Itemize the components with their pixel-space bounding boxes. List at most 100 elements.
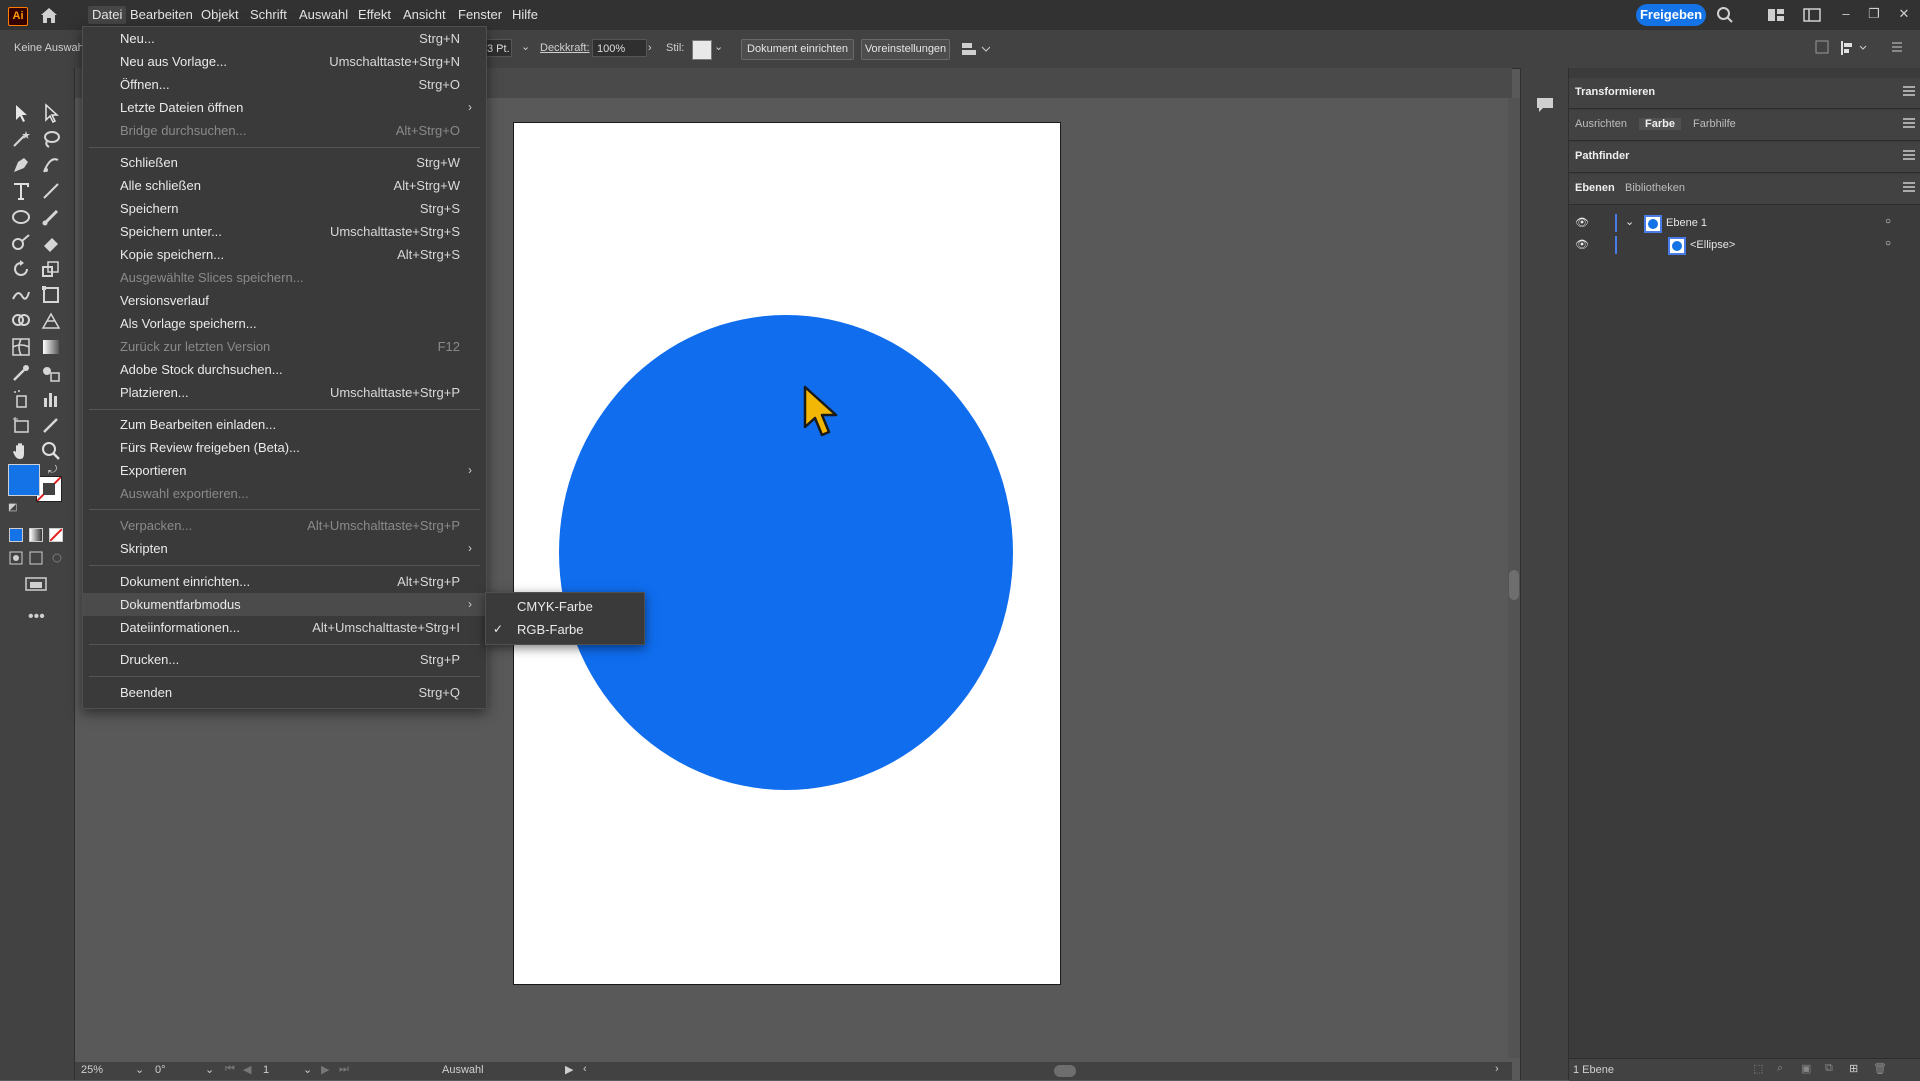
menu-item-dateiinformationen[interactable]: Dateiinformationen... Alt+Umschalttaste+S… (83, 616, 486, 639)
menu-item-review-freigeben[interactable]: Fürs Review freigeben (Beta)... (83, 436, 486, 459)
free-transform-tool-icon[interactable] (40, 284, 62, 306)
tab-bibliotheken[interactable]: Bibliotheken (1625, 182, 1685, 194)
previous-artboard-icon[interactable]: ◀ (243, 1063, 251, 1076)
chevron-right-icon[interactable]: › (648, 42, 652, 54)
target-circle-icon[interactable]: ○ (1885, 238, 1891, 249)
tab-farbe[interactable]: Farbe (1639, 118, 1681, 130)
menu-item-zum-bearbeiten-einladen[interactable]: Zum Bearbeiten einladen... (83, 413, 486, 436)
pen-tool-icon[interactable] (10, 154, 32, 176)
menu-item-drucken[interactable]: Drucken... Strg+P (83, 648, 486, 671)
menu-item-versionsverlauf[interactable]: Versionsverlauf (83, 289, 486, 312)
menu-item-skripten[interactable]: Skripten › (83, 537, 486, 560)
minimize-icon[interactable]: – (1836, 4, 1856, 24)
none-mode-icon[interactable] (49, 528, 63, 542)
fill-swatch[interactable] (8, 464, 40, 496)
workspace-icon[interactable] (1767, 8, 1785, 22)
column-graph-tool-icon[interactable] (40, 388, 62, 410)
style-swatch[interactable] (692, 40, 712, 60)
rotation-dropdown-icon[interactable]: ⌄ (205, 1063, 214, 1076)
shape-builder-tool-icon[interactable] (10, 310, 32, 332)
align-panel-icon[interactable] (1840, 40, 1868, 56)
menu-schrift[interactable]: Schrift (246, 6, 291, 24)
eraser-tool-icon[interactable] (40, 232, 62, 254)
vertical-scroll-thumb[interactable] (1509, 570, 1519, 600)
layers-panel-menu-icon[interactable] (1903, 182, 1915, 192)
lasso-tool-icon[interactable] (40, 128, 62, 150)
transform-panel-menu-icon[interactable] (1903, 86, 1915, 96)
pathfinder-panel-menu-icon[interactable] (1903, 150, 1915, 160)
menu-bearbeiten[interactable]: Bearbeiten (126, 6, 197, 24)
perspective-grid-tool-icon[interactable] (40, 310, 62, 332)
tab-farbhilfe[interactable]: Farbhilfe (1693, 118, 1736, 130)
tab-ausrichten[interactable]: Ausrichten (1575, 118, 1627, 130)
menu-item-kopie-speichern[interactable]: Kopie speichern... Alt+Strg+S (83, 243, 486, 266)
gradient-mode-icon[interactable] (29, 528, 43, 542)
horizontal-scroll-thumb[interactable] (1054, 1065, 1076, 1077)
scale-tool-icon[interactable] (40, 258, 62, 280)
opacity-field[interactable]: 100% (592, 39, 647, 57)
style-dropdown-icon[interactable]: ⌄ (714, 40, 723, 53)
direct-selection-tool-icon[interactable] (40, 102, 62, 124)
submenu-item-rgb[interactable]: ✓ RGB-Farbe (486, 618, 644, 641)
scroll-right-icon[interactable]: › (1495, 1063, 1499, 1075)
menu-item-als-vorlage-speichern[interactable]: Als Vorlage speichern... (83, 312, 486, 335)
color-panel-menu-icon[interactable] (1903, 118, 1915, 128)
comments-icon[interactable] (1535, 96, 1555, 114)
menu-objekt[interactable]: Objekt (197, 6, 243, 24)
new-sublayer-icon[interactable]: ⧉ (1825, 1062, 1833, 1075)
zoom-level[interactable]: 25% (81, 1064, 103, 1076)
rotation-value[interactable]: 0° (155, 1064, 166, 1076)
magic-wand-tool-icon[interactable] (10, 128, 32, 150)
artboard-dropdown-icon[interactable]: ⌄ (303, 1063, 312, 1076)
close-icon[interactable]: ✕ (1894, 4, 1914, 24)
locate-object-icon[interactable]: ⌕ (1777, 1062, 1783, 1075)
export-icon[interactable]: ⬚ (1753, 1062, 1763, 1075)
stroke-dropdown-icon[interactable]: ⌄ (521, 40, 530, 53)
status-menu-arrow-icon[interactable]: ▶ (565, 1063, 573, 1076)
curvature-tool-icon[interactable] (40, 154, 62, 176)
submenu-item-cmyk[interactable]: CMYK-Farbe (486, 595, 644, 618)
menu-item-speichern-unter[interactable]: Speichern unter... Umschalttaste+Strg+S (83, 220, 486, 243)
menu-item-adobe-stock[interactable]: Adobe Stock durchsuchen... (83, 358, 486, 381)
last-artboard-icon[interactable]: ⏭ (339, 1063, 349, 1076)
menu-item-exportieren[interactable]: Exportieren › (83, 459, 486, 482)
screen-mode-icon[interactable] (24, 576, 48, 594)
ellipse-tool-icon[interactable] (10, 206, 32, 228)
warp-tool-icon[interactable] (10, 284, 32, 306)
mesh-tool-icon[interactable] (10, 336, 32, 358)
menu-item-dokumentfarbmodus[interactable]: Dokumentfarbmodus › (83, 593, 486, 616)
menu-item-platzieren[interactable]: Platzieren... Umschalttaste+Strg+P (83, 381, 486, 404)
menu-item-neu[interactable]: Neu... Strg+N (83, 27, 486, 50)
layer-row[interactable]: 👁 <Ellipse> ○ (1569, 234, 1920, 256)
menu-item-letzte-dateien[interactable]: Letzte Dateien öffnen › (83, 96, 486, 119)
tab-ebenen[interactable]: Ebenen (1575, 182, 1615, 194)
menu-item-dokument-einrichten[interactable]: Dokument einrichten... Alt+Strg+P (83, 570, 486, 593)
menu-item-speichern[interactable]: Speichern Strg+S (83, 197, 486, 220)
line-tool-icon[interactable] (40, 180, 62, 202)
menu-item-neu-aus-vorlage[interactable]: Neu aus Vorlage... Umschalttaste+Strg+N (83, 50, 486, 73)
first-artboard-icon[interactable]: ⏮ (225, 1063, 235, 1076)
hand-tool-icon[interactable] (10, 440, 32, 462)
pathfinder-panel-title[interactable]: Pathfinder (1575, 150, 1629, 162)
transform-panel-title[interactable]: Transformieren (1575, 86, 1655, 98)
expand-chevron-icon[interactable]: ⌄ (1625, 215, 1634, 228)
menu-effekt[interactable]: Effekt (354, 6, 395, 24)
scroll-left-icon[interactable]: ‹ (583, 1063, 587, 1075)
sublayer-name[interactable]: <Ellipse> (1690, 239, 1735, 251)
target-circle-icon[interactable]: ○ (1885, 216, 1891, 227)
rotate-tool-icon[interactable] (10, 258, 32, 280)
menu-datei[interactable]: Datei (88, 6, 127, 24)
artboard-tool-icon[interactable] (10, 414, 32, 436)
new-layer-icon[interactable]: ⊞ (1849, 1062, 1858, 1075)
search-icon[interactable] (1716, 6, 1734, 24)
color-mode-icon[interactable] (9, 528, 23, 542)
eyedropper-tool-icon[interactable] (10, 362, 32, 384)
artboard-number[interactable]: 1 (263, 1064, 269, 1076)
menu-fenster[interactable]: Fenster (454, 6, 506, 24)
menu-hilfe[interactable]: Hilfe (508, 6, 542, 24)
menu-item-alle-schliessen[interactable]: Alle schließen Alt+Strg+W (83, 174, 486, 197)
gradient-tool-icon[interactable] (40, 336, 62, 358)
blend-tool-icon[interactable] (40, 362, 62, 384)
swap-colors-icon[interactable]: ⤾ (48, 464, 57, 477)
transform-icon[interactable] (1815, 40, 1829, 54)
